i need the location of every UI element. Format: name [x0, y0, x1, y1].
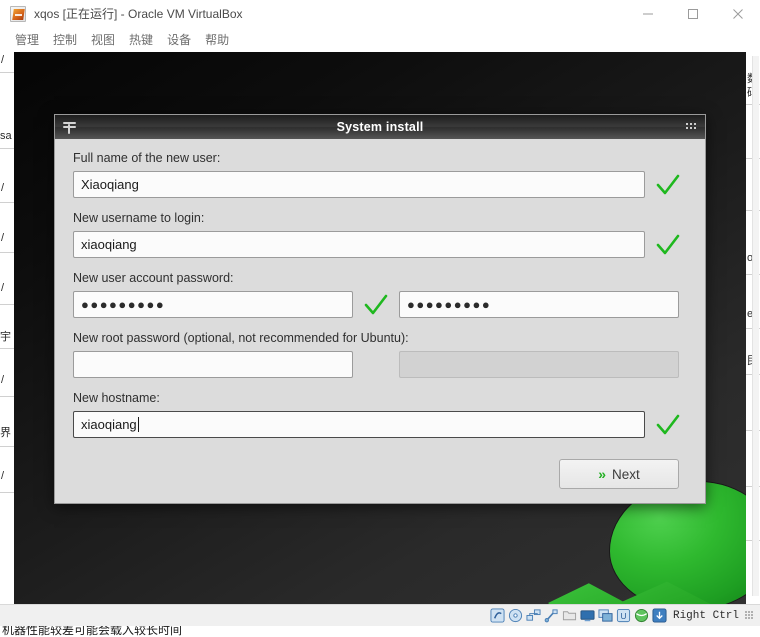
root-password-input[interactable]	[73, 351, 353, 378]
bg-fragment: /	[1, 282, 5, 294]
fullname-input[interactable]: Xiaoqiang	[73, 171, 645, 198]
next-button-label: Next	[612, 466, 640, 482]
hostname-input[interactable]: xiaoqiang	[73, 411, 645, 438]
virtualbox-window: / sa / / / 宇 / 界 / 数 码 os ec 民	[0, 0, 760, 637]
menu-item-devices[interactable]: 设备	[160, 29, 198, 50]
hostname-label: New hostname:	[73, 391, 160, 405]
remote-desktop-icon[interactable]	[598, 608, 613, 623]
field-group-username: New username to login: xiaoqiang	[73, 211, 687, 271]
vm-status-bar: U Right Ctrl	[0, 604, 760, 626]
bg-divider	[0, 148, 14, 149]
resize-grip-icon[interactable]	[686, 122, 697, 132]
bg-fragment: /	[1, 470, 5, 482]
root-password-confirm-input	[399, 351, 679, 378]
host-window-title: xqos [正在运行] - Oracle VM VirtualBox	[34, 7, 243, 21]
close-button[interactable]	[715, 0, 760, 28]
dialog-titlebar[interactable]: System install	[55, 115, 705, 139]
green-checkmark-icon	[655, 412, 681, 438]
bg-divider	[0, 252, 14, 253]
video-capture-icon[interactable]: U	[616, 608, 631, 623]
network-icon[interactable]	[526, 608, 541, 623]
dialog-body: Full name of the new user: Xiaoqiang New…	[55, 139, 705, 503]
optical-disk-icon[interactable]	[508, 608, 523, 623]
hostname-value: xiaoqiang	[81, 417, 137, 432]
bg-divider	[0, 446, 14, 447]
window-menu-icon[interactable]	[63, 121, 76, 134]
menu-item-hotkeys[interactable]: 热键	[122, 29, 160, 50]
next-button[interactable]: » Next	[559, 459, 679, 489]
resize-grip-icon[interactable]	[745, 611, 754, 620]
background-page-left-sliver: / sa / / / 宇 / 界 /	[0, 52, 14, 604]
double-chevron-right-icon: »	[598, 466, 607, 482]
user-password-input[interactable]: ●●●●●●●●●	[73, 291, 353, 318]
text-caret	[137, 417, 139, 432]
maximize-button[interactable]	[670, 0, 715, 28]
field-group-hostname: New hostname: xiaoqiang	[73, 391, 687, 446]
dialog-footer: » Next	[73, 459, 687, 493]
display-icon[interactable]	[580, 608, 595, 623]
bg-divider	[0, 348, 14, 349]
svg-text:U: U	[620, 611, 626, 621]
bg-divider	[0, 72, 14, 73]
green-checkmark-icon	[655, 232, 681, 258]
green-checkmark-icon	[655, 172, 681, 198]
menu-item-view[interactable]: 视图	[84, 29, 122, 50]
user-password-confirm-input[interactable]: ●●●●●●●●●	[399, 291, 679, 318]
background-scrollbar[interactable]	[752, 56, 759, 596]
window-controls	[625, 0, 760, 28]
field-group-user-password: New user account password: ●●●●●●●●● ●●●…	[73, 271, 687, 331]
bg-fragment: /	[1, 182, 5, 194]
user-password-label: New user account password:	[73, 271, 234, 285]
virtualbox-icon	[10, 5, 26, 22]
username-input[interactable]: xiaoqiang	[73, 231, 645, 258]
system-install-dialog: System install Full name of the new user…	[54, 114, 706, 504]
fullname-label: Full name of the new user:	[73, 151, 221, 165]
keyboard-capture-icon[interactable]	[652, 608, 667, 623]
hard-disk-icon[interactable]	[490, 608, 505, 623]
bg-fragment: /	[1, 54, 5, 66]
vm-display[interactable]: System install Full name of the new user…	[14, 52, 746, 604]
background-bottom-text: 机器性能较差可能会载入较长时间	[2, 626, 183, 637]
menu-item-manage[interactable]: 管理	[8, 29, 46, 50]
dialog-title: System install	[336, 120, 424, 134]
bg-fragment: /	[1, 232, 5, 244]
host-key-label: Right Ctrl	[672, 609, 739, 622]
field-group-root-password: New root password (optional, not recomme…	[73, 331, 687, 391]
shared-folder-icon[interactable]	[562, 608, 577, 623]
bg-divider	[0, 202, 14, 203]
bg-divider	[0, 304, 14, 305]
username-label: New username to login:	[73, 211, 205, 225]
menu-item-control[interactable]: 控制	[46, 29, 84, 50]
root-password-label: New root password (optional, not recomme…	[73, 331, 409, 345]
host-titlebar[interactable]: xqos [正在运行] - Oracle VM VirtualBox	[0, 0, 760, 28]
field-group-fullname: Full name of the new user: Xiaoqiang	[73, 151, 687, 211]
usb-icon[interactable]	[544, 608, 559, 623]
background-bottom-text-clip: 机器性能较差可能会载入较长时间	[0, 626, 760, 637]
bg-divider	[0, 396, 14, 397]
vm-status-icons: U	[490, 608, 667, 623]
host-menubar: 管理 控制 视图 热键 设备 帮助	[0, 28, 760, 50]
bg-fragment: 界	[0, 427, 11, 439]
green-checkmark-icon	[363, 292, 389, 318]
bg-fragment: 宇	[0, 331, 11, 343]
mouse-integration-icon[interactable]	[634, 608, 649, 623]
password-confirm-dots: ●●●●●●●●●	[407, 297, 492, 312]
bg-fragment: sa	[0, 130, 12, 142]
bg-fragment: /	[1, 374, 5, 386]
bg-divider	[0, 492, 14, 493]
menu-item-help[interactable]: 帮助	[198, 29, 236, 50]
minimize-button[interactable]	[625, 0, 670, 28]
password-dots: ●●●●●●●●●	[81, 297, 166, 312]
